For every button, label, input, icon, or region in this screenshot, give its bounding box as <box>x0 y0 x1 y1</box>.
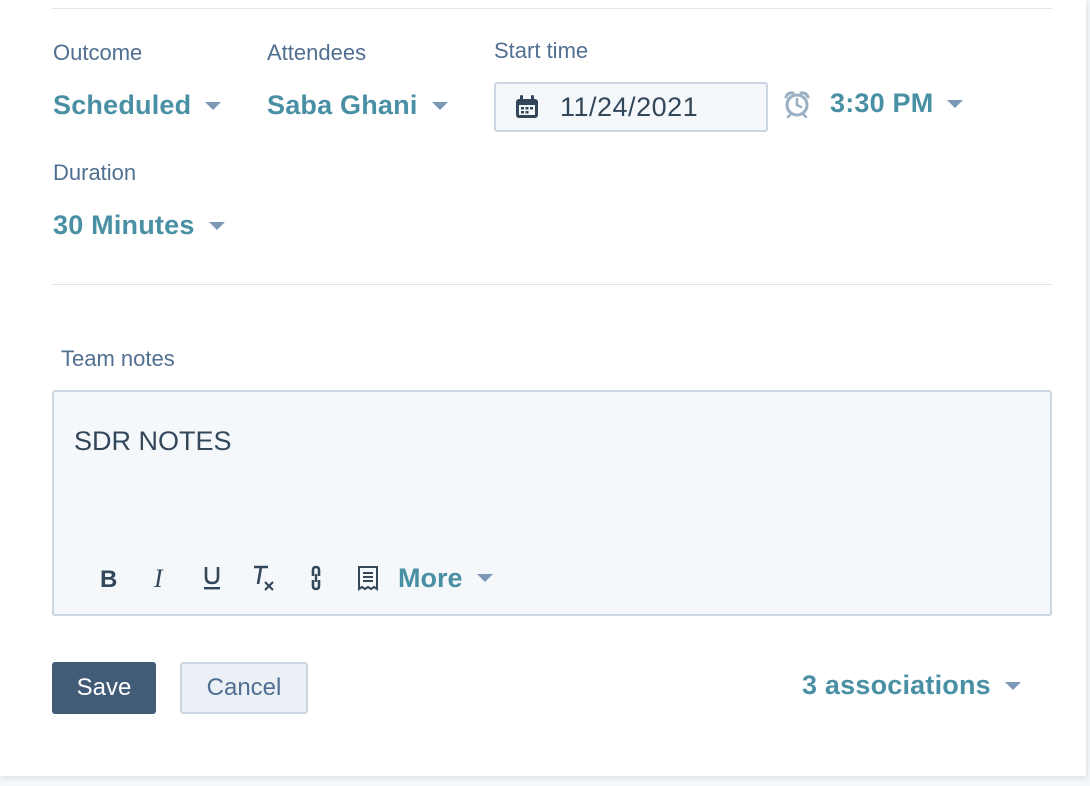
clear-format-button[interactable] <box>238 560 290 596</box>
cancel-button[interactable]: Cancel <box>180 662 308 714</box>
chevron-down-icon <box>947 99 964 108</box>
save-button[interactable]: Save <box>52 662 156 714</box>
chevron-down-icon <box>431 101 448 110</box>
bold-icon: B <box>100 566 117 590</box>
chevron-down-icon <box>208 221 225 230</box>
snippet-button[interactable] <box>342 560 394 596</box>
rich-text-toolbar: B I More <box>82 560 493 596</box>
section-divider <box>52 284 1052 285</box>
attendees-dropdown[interactable]: Saba Ghani <box>267 90 448 121</box>
italic-icon: I <box>153 566 164 590</box>
start-time-dropdown[interactable]: 3:30 PM <box>830 88 964 119</box>
alarm-clock-icon <box>784 91 810 118</box>
chevron-down-icon <box>476 574 493 582</box>
more-label: More <box>398 562 463 593</box>
start-date-value: 11/24/2021 <box>560 91 699 122</box>
associations-label: 3 associations <box>802 670 991 700</box>
svg-text:I: I <box>153 566 164 590</box>
team-notes-text[interactable]: SDR NOTES <box>74 426 232 457</box>
snippet-icon <box>358 566 378 591</box>
attendees-value: Saba Ghani <box>267 90 418 120</box>
more-toolbar-dropdown[interactable]: More <box>398 563 493 594</box>
duration-value: 30 Minutes <box>53 210 195 240</box>
start-time-label: Start time <box>494 38 589 63</box>
link-button[interactable] <box>290 560 342 596</box>
underline-button[interactable] <box>186 560 238 596</box>
team-notes-editor[interactable]: SDR NOTES B I More <box>52 390 1052 616</box>
chevron-down-icon <box>1004 681 1021 690</box>
outcome-value: Scheduled <box>53 90 192 120</box>
clear-format-icon <box>254 565 274 591</box>
outcome-label: Outcome <box>53 40 143 65</box>
team-notes-label: Team notes <box>61 346 175 371</box>
outcome-dropdown[interactable]: Scheduled <box>53 90 222 121</box>
italic-button[interactable]: I <box>134 560 186 596</box>
start-date-input[interactable]: 11/24/2021 <box>494 82 768 132</box>
associations-dropdown[interactable]: 3 associations <box>802 670 1021 701</box>
top-divider <box>52 8 1052 9</box>
underline-icon <box>204 567 220 590</box>
svg-text:B: B <box>100 566 117 590</box>
calendar-icon <box>516 95 538 118</box>
chevron-down-icon <box>205 101 222 110</box>
attendees-label: Attendees <box>267 40 367 65</box>
duration-label: Duration <box>53 160 137 185</box>
start-time-value: 3:30 PM <box>830 88 934 118</box>
bold-button[interactable]: B <box>82 560 134 596</box>
link-icon <box>311 565 321 591</box>
duration-dropdown[interactable]: 30 Minutes <box>53 210 225 241</box>
log-meeting-card: Outcome Scheduled Attendees Saba Ghani S… <box>0 0 1086 776</box>
